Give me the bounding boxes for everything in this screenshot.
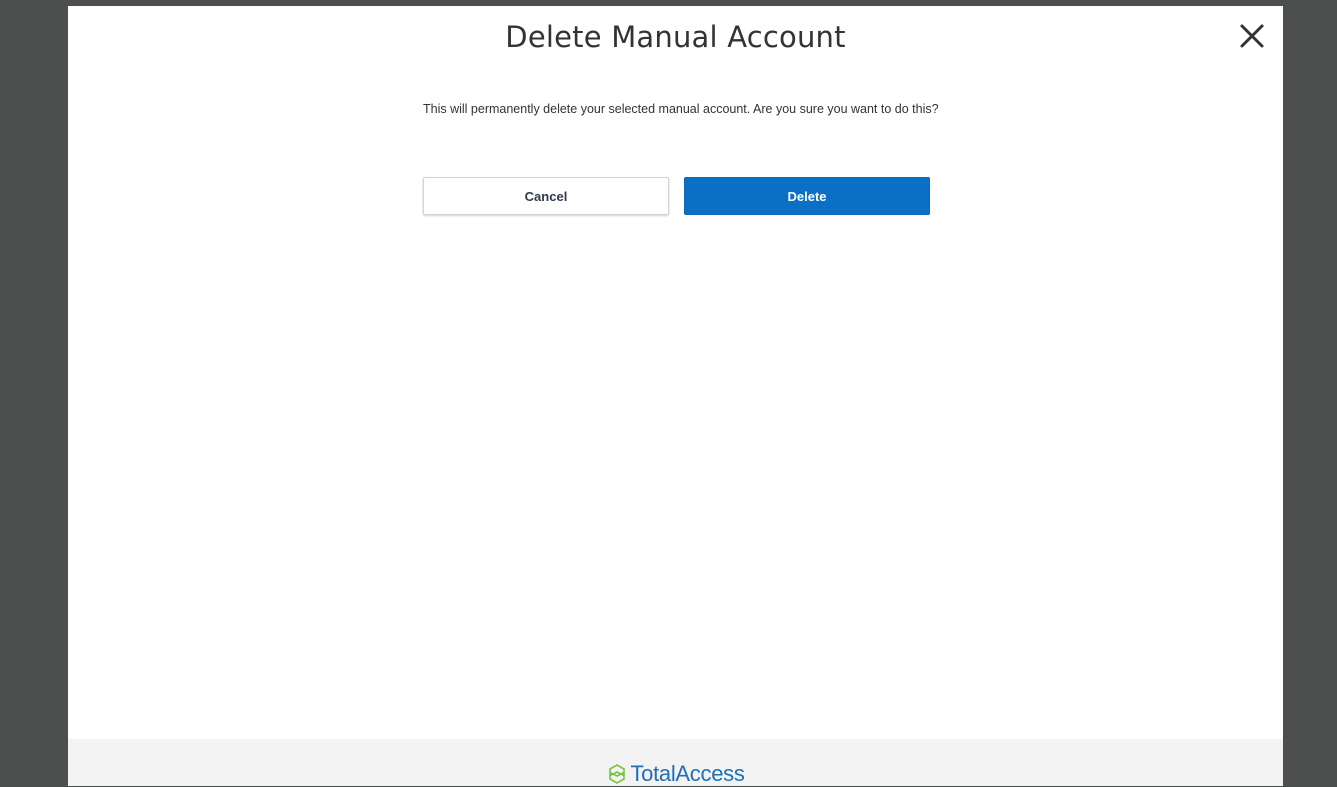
delete-account-dialog: Delete Manual Account This will permanen… <box>68 6 1283 786</box>
dialog-title: Delete Manual Account <box>505 20 846 54</box>
delete-button[interactable]: Delete <box>684 177 930 215</box>
close-icon <box>1234 18 1270 54</box>
cancel-button[interactable]: Cancel <box>423 177 669 215</box>
close-button[interactable] <box>1234 18 1270 54</box>
dialog-footer: TotalAccess <box>68 739 1283 786</box>
totalaccess-logo-icon <box>606 763 628 785</box>
brand-name: TotalAccess <box>630 761 745 786</box>
brand: TotalAccess <box>68 761 1283 787</box>
confirmation-message: This will permanently delete your select… <box>423 102 939 116</box>
